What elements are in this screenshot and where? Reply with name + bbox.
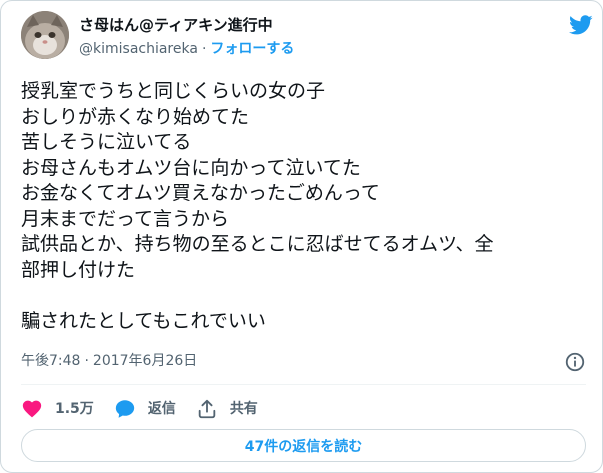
tweet-line: お母さんもオムツ台に向かって泣いてた: [21, 156, 361, 179]
timestamp-separator: ·: [84, 353, 89, 369]
speech-bubble-icon: [115, 400, 134, 418]
share-button[interactable]: 共有: [196, 398, 258, 420]
tweet-line: おしりが赤くなり始めてた: [21, 105, 250, 128]
like-count: 1.5万: [55, 401, 94, 417]
avatar[interactable]: [21, 11, 69, 59]
info-icon[interactable]: [564, 351, 586, 373]
like-button[interactable]: 1.5万: [21, 398, 94, 420]
author-handle-row: @kimisachiareka · フォローする: [79, 39, 294, 59]
reply-label: 返信: [147, 401, 176, 417]
tweet-line: 試供品とか、持ち物の至るとこに忍ばせてるオムツ、全: [21, 233, 494, 255]
tweet-line: 月末までだって言うから: [21, 207, 230, 230]
author-display-name[interactable]: さ母はん@ティアキン進行中: [79, 15, 294, 35]
twitter-bird-icon[interactable]: [569, 13, 593, 37]
author-block: さ母はん@ティアキン進行中 @kimisachiareka · フォローする: [79, 15, 294, 59]
heart-icon: [22, 400, 42, 418]
tweet-line: 授乳室でうちと同じくらいの女の子: [21, 80, 326, 102]
author-handle[interactable]: @kimisachiareka: [79, 41, 198, 57]
reply-button[interactable]: 返信: [114, 398, 176, 420]
tweet-header: さ母はん@ティアキン進行中 @kimisachiareka · フォローする: [21, 11, 593, 65]
tweet-line: 騙されたとしてもこれでいい: [21, 309, 266, 332]
tweet-line: 苦しそうに泣いてる: [21, 131, 192, 153]
tweet-date: 2017年6月26日: [92, 353, 198, 369]
tweet-line: お金なくてオムツ買えなかったごめんって: [21, 182, 380, 204]
handle-separator: ·: [201, 41, 207, 57]
tweet-text: 授乳室でうちと同じくらいの女の子 おしりが赤くなり始めてた 苦しそうに泣いてる …: [21, 79, 586, 334]
divider: [21, 384, 586, 385]
tweet-embed-card: さ母はん@ティアキン進行中 @kimisachiareka · フォローする 授乳室…: [0, 0, 603, 473]
action-bar: 1.5万 返信 共有: [21, 397, 278, 421]
share-label: 共有: [229, 401, 258, 417]
tweet-time: 午後7:48: [21, 353, 81, 369]
tweet-line: 部押し付けた: [21, 258, 136, 281]
read-replies-button[interactable]: 47件の返信を読む: [21, 429, 586, 462]
read-replies-label: 47件の返信を読む: [244, 438, 363, 455]
share-arrow-icon: [198, 399, 216, 419]
follow-button[interactable]: フォローする: [210, 41, 294, 57]
tweet-timestamp[interactable]: 午後7:48 · 2017年6月26日: [21, 351, 197, 371]
